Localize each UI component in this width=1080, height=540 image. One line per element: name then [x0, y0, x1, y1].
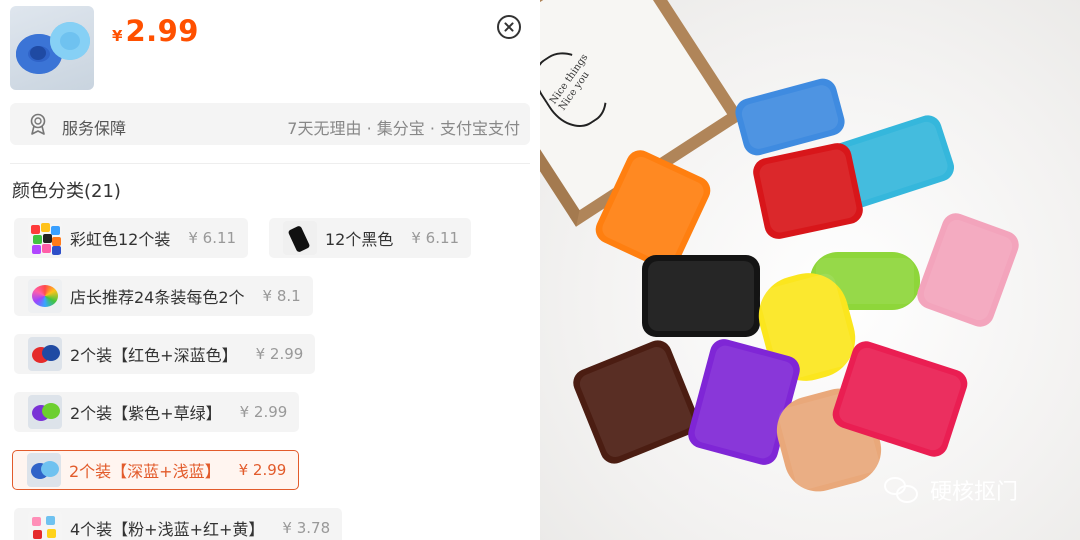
option-thumbnail: [27, 453, 61, 487]
option-thumbnail: [28, 395, 62, 429]
product-photo: [540, 0, 1080, 540]
sku-option-rainbow-12[interactable]: 彩虹色12个装 ¥ 6.11: [14, 218, 249, 258]
watermark-text: 硬核抠门: [930, 480, 1019, 505]
option-name: 2个装【紫色+草绿】: [70, 404, 222, 423]
price-symbol: ¥: [112, 27, 123, 45]
color-category-title: 颜色分类(21): [12, 181, 121, 202]
option-price: ¥ 3.78: [282, 519, 331, 537]
close-icon[interactable]: [497, 15, 521, 39]
sku-option-black-12[interactable]: 12个黑色 ¥ 6.11: [269, 218, 472, 258]
option-price: ¥ 6.11: [188, 229, 237, 247]
option-name: 2个装【深蓝+浅蓝】: [69, 462, 221, 481]
watermark: 硬核抠门: [884, 474, 1018, 506]
price-amount: 2.99: [125, 14, 199, 48]
option-price: ¥ 2.99: [255, 345, 304, 363]
option-price: ¥ 2.99: [239, 403, 288, 421]
sku-option-darkblue-lightblue[interactable]: 2个装【深蓝+浅蓝】 ¥ 2.99: [12, 450, 300, 490]
option-name: 4个装【粉+浅蓝+红+黄】: [70, 520, 265, 539]
option-price: ¥ 8.1: [262, 287, 301, 305]
sku-option-red-darkblue[interactable]: 2个装【红色+深蓝色】 ¥ 2.99: [14, 334, 316, 374]
product-thumbnail[interactable]: [10, 6, 94, 90]
sku-option-four-pack[interactable]: 4个装【粉+浅蓝+红+黄】 ¥ 3.78: [14, 508, 343, 540]
option-thumbnail: [283, 221, 317, 255]
option-name: 2个装【红色+深蓝色】: [70, 346, 238, 365]
option-name: 店长推荐24条装每色2个: [70, 288, 245, 307]
option-price: ¥ 2.99: [238, 461, 287, 479]
option-thumbnail: [28, 337, 62, 371]
option-price: ¥ 6.11: [411, 229, 460, 247]
black-hair-tie: [642, 255, 760, 337]
sku-selector-panel: ¥ 2.99 服务保障 7天无理由 · 集分宝 · 支付宝支付 颜色分类(21)…: [0, 0, 540, 540]
option-thumbnail: [28, 221, 62, 255]
service-guarantee-bar[interactable]: 服务保障 7天无理由 · 集分宝 · 支付宝支付: [10, 103, 530, 145]
award-ribbon-icon: [30, 113, 46, 135]
sku-option-purple-green[interactable]: 2个装【紫色+草绿】 ¥ 2.99: [14, 392, 300, 432]
light-blue-hair-tie: [50, 22, 90, 60]
divider: [10, 163, 530, 164]
product-price: ¥ 2.99: [112, 14, 199, 48]
sku-option-recommended-24[interactable]: 店长推荐24条装每色2个 ¥ 8.1: [14, 276, 313, 316]
option-name: 彩虹色12个装: [70, 230, 171, 249]
option-name: 12个黑色: [325, 230, 394, 249]
option-thumbnail: [28, 511, 62, 540]
service-label: 服务保障: [62, 119, 127, 138]
option-thumbnail: [28, 279, 62, 313]
wechat-icon: [884, 475, 920, 505]
service-info: 7天无理由 · 集分宝 · 支付宝支付: [287, 119, 520, 138]
